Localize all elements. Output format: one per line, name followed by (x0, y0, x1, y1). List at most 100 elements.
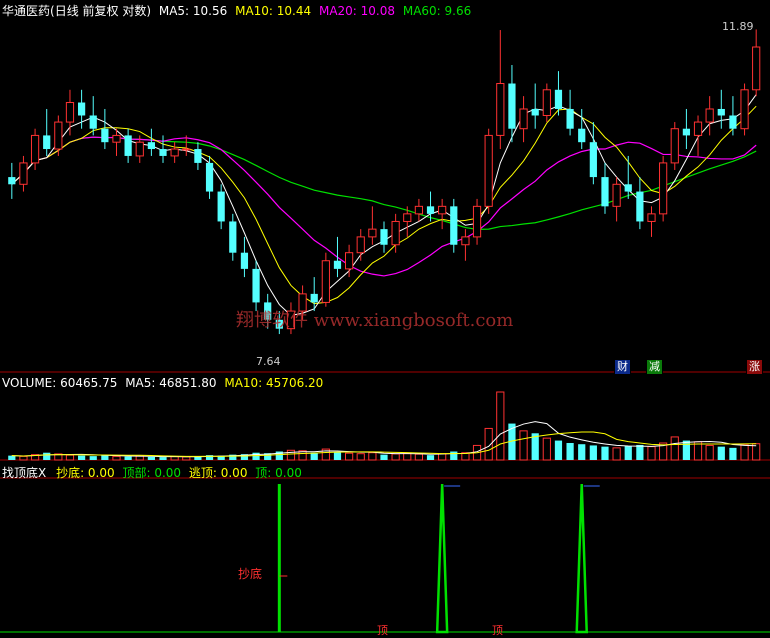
volume-bar (380, 454, 388, 460)
candle-body (89, 115, 97, 129)
candle-body (612, 183, 621, 207)
candle-body (752, 46, 761, 91)
candle-body (705, 108, 714, 123)
chart-mode: (日线 前复权 对数) (50, 4, 152, 18)
volume-bar (19, 455, 28, 461)
candle-body (77, 102, 86, 116)
volume-bar (705, 444, 714, 461)
candle-body (717, 108, 725, 116)
candle (321, 252, 330, 307)
indicator-dingbu: 顶部: 0.00 (122, 466, 182, 480)
volume-ma10: MA10: 45706.20 (224, 376, 324, 390)
candle-body (333, 260, 342, 269)
candle-body (194, 149, 202, 163)
candle-body (65, 102, 75, 123)
indicator-chaodi: 抄底: 0.00 (56, 466, 115, 480)
volume-bar (542, 437, 551, 461)
candle (450, 198, 458, 253)
candle-body (345, 252, 354, 270)
volume-bar (612, 447, 621, 461)
candle-body (170, 148, 179, 157)
volume-bar (601, 446, 609, 460)
candle-body (147, 142, 155, 150)
candle-body (589, 142, 597, 178)
annotation-ding-2: 顶 (492, 624, 503, 637)
volume-bar (345, 452, 354, 461)
volume-panel-header: VOLUME: 60465.75 MA5: 46851.80 MA10: 457… (2, 376, 323, 390)
volume-bar (636, 444, 644, 460)
volume-bar (729, 447, 737, 460)
candle-body (414, 205, 423, 215)
low-price-label: 7.64 (256, 355, 281, 368)
volume-bar (450, 451, 458, 460)
candle-body (252, 268, 260, 303)
candle (659, 155, 668, 222)
candle-body (135, 141, 144, 157)
ma60-value: MA60: 9.66 (402, 4, 472, 18)
candle-body (403, 213, 412, 222)
volume-bar (65, 454, 75, 461)
volume-bar (135, 455, 144, 461)
volume-bar (89, 456, 97, 460)
candle-body (43, 135, 51, 150)
candle-body (356, 236, 365, 254)
volume-bar (101, 455, 109, 460)
candle-body (368, 228, 377, 238)
candle-body (624, 184, 632, 192)
volume-bar (554, 440, 563, 460)
candle-body (101, 128, 109, 143)
candle-body (426, 206, 435, 214)
candle-body (8, 177, 16, 185)
volume-bar (147, 456, 155, 460)
volume-bar (356, 453, 365, 461)
candle-body (19, 162, 28, 185)
indicator-name: 找顶底X (2, 466, 47, 480)
candle-body (461, 236, 470, 246)
candle-body (182, 148, 191, 151)
candle-body (566, 108, 574, 129)
badge-zhang[interactable]: 涨 (746, 359, 763, 375)
candle-body (30, 134, 40, 164)
price-panel-header: 华通医药(日线 前复权 对数) MA5: 10.56 MA10: 10.44 M… (2, 2, 471, 19)
candle-body (531, 108, 539, 116)
candle (670, 122, 679, 170)
volume-bar (647, 446, 656, 461)
volume-bar (438, 453, 447, 461)
candle-body (54, 121, 63, 150)
volume-bar (589, 445, 597, 460)
badge-jian[interactable]: 减 (646, 359, 663, 375)
candle-body (519, 108, 528, 130)
candle-body (554, 89, 563, 109)
candle-body (693, 121, 703, 136)
volume-bar (717, 446, 725, 460)
ma10-value: MA10: 10.44 (235, 4, 312, 18)
candle (740, 83, 749, 136)
candle-body (310, 293, 318, 303)
candle-body (578, 128, 586, 143)
watermark: 翔博软件 www.xiangbosoft.com (236, 310, 514, 331)
candle-body (740, 89, 749, 130)
candle-body (217, 191, 225, 222)
volume-bar (333, 452, 342, 460)
candle-body (240, 252, 249, 269)
badge-cai[interactable]: 财 (614, 359, 631, 375)
volume-bar (740, 444, 749, 461)
candle-body (321, 260, 330, 303)
volume-bar (624, 445, 632, 460)
candle-body (124, 135, 132, 156)
volume-bar (182, 456, 191, 461)
candle-body (450, 206, 458, 245)
candle-body (682, 128, 691, 136)
candle-body (112, 134, 121, 143)
volume-bar (159, 457, 167, 460)
volume-bar (112, 455, 121, 461)
volume-bar (670, 436, 679, 461)
volume-bar (578, 444, 586, 460)
candle-body (205, 162, 214, 192)
ma5-value: MA5: 10.56 (158, 4, 228, 18)
volume-bar (682, 440, 691, 460)
candle-body (472, 205, 482, 238)
candle-body (229, 221, 237, 253)
volume-bar (496, 391, 505, 461)
annotation-chaodi: 抄底 (238, 567, 263, 581)
